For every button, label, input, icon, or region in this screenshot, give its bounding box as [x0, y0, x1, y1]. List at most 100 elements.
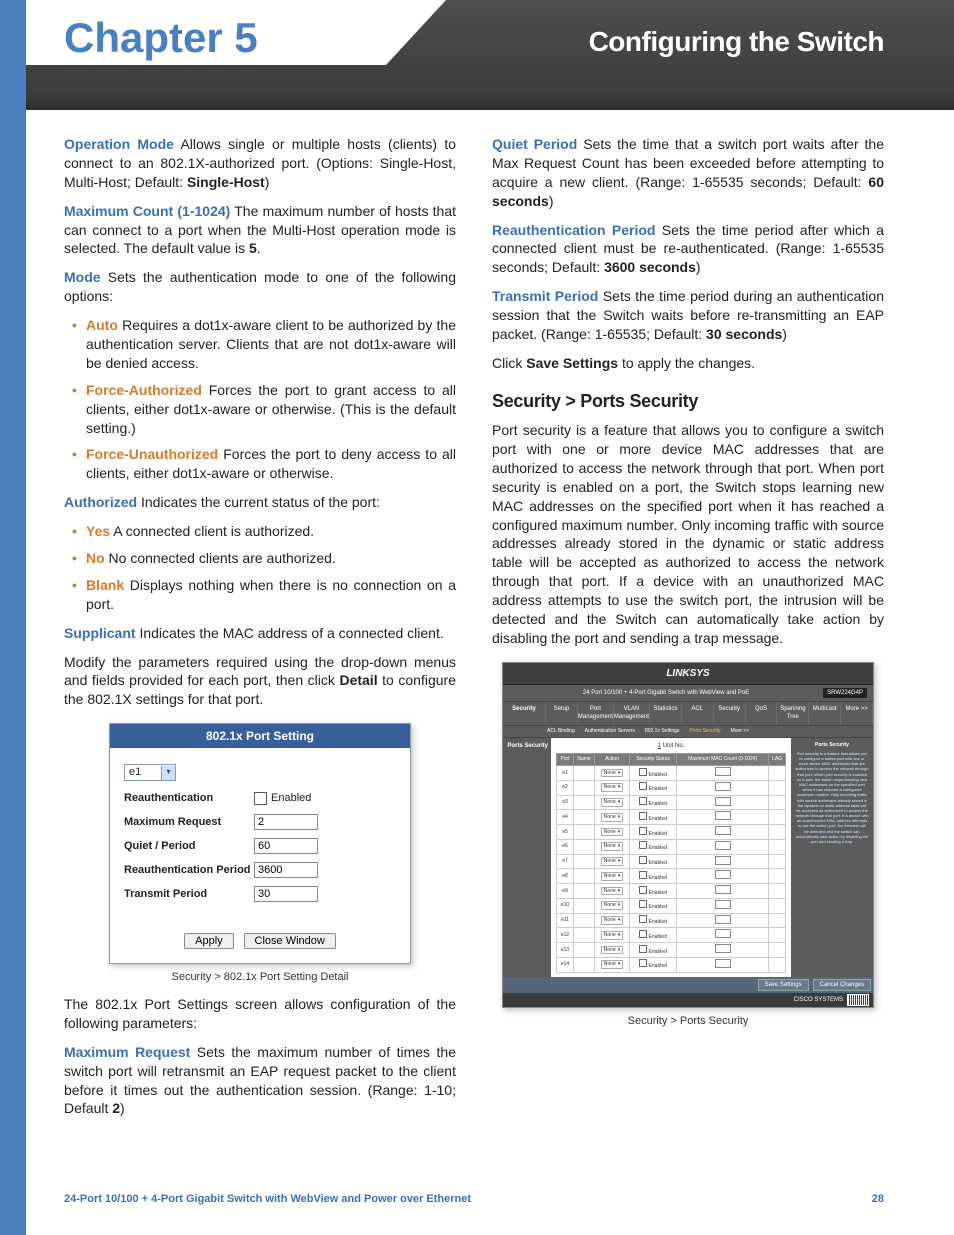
cell-max-mac[interactable] — [676, 825, 768, 840]
cell-lag — [769, 928, 786, 943]
table-row: e9None ▾ Enabled — [557, 884, 786, 899]
cell-max-mac[interactable] — [676, 869, 768, 884]
fig-ports-body: Ports Security 1 Unit No. Port Name Acti… — [503, 738, 873, 976]
cell-security-status[interactable]: Enabled — [630, 928, 677, 943]
max-mac-input[interactable] — [715, 767, 731, 776]
subtab-8021x[interactable]: 802.1x Settings — [645, 728, 679, 735]
cell-security-status[interactable]: Enabled — [630, 898, 677, 913]
term-operation-mode: Operation Mode — [64, 136, 174, 152]
max-mac-input[interactable] — [715, 915, 731, 924]
tab-acl[interactable]: ACL — [682, 702, 714, 724]
cell-name — [574, 913, 595, 928]
tab-setup[interactable]: Setup — [546, 702, 578, 724]
subtab-auth-servers[interactable]: Authentication Servers — [585, 728, 635, 735]
max-mac-input[interactable] — [715, 870, 731, 879]
cell-action[interactable]: None ▾ — [594, 869, 629, 884]
cell-max-mac[interactable] — [676, 766, 768, 781]
cell-max-mac[interactable] — [676, 839, 768, 854]
cell-security-status[interactable]: Enabled — [630, 810, 677, 825]
transmit-period-input[interactable] — [254, 886, 318, 902]
cell-action[interactable]: None ▾ — [594, 913, 629, 928]
cell-name — [574, 898, 595, 913]
term-authorized: Authorized — [64, 494, 137, 510]
cell-security-status[interactable]: Enabled — [630, 825, 677, 840]
cell-action[interactable]: None ▾ — [594, 825, 629, 840]
max-mac-input[interactable] — [715, 885, 731, 894]
cell-security-status[interactable]: Enabled — [630, 766, 677, 781]
cell-max-mac[interactable] — [676, 943, 768, 958]
th-lag: LAG — [769, 754, 786, 766]
cancel-changes-button[interactable]: Cancel Changes — [813, 979, 871, 991]
quiet-period-input[interactable] — [254, 838, 318, 854]
tab-more[interactable]: More >> — [841, 702, 873, 724]
cell-max-mac[interactable] — [676, 884, 768, 899]
port-select[interactable]: e1 ▾ — [124, 764, 176, 781]
cell-action[interactable]: None ▾ — [594, 839, 629, 854]
cell-max-mac[interactable] — [676, 913, 768, 928]
cell-max-mac[interactable] — [676, 957, 768, 972]
tab-port-management[interactable]: Port Management — [578, 702, 614, 724]
max-mac-input[interactable] — [715, 959, 731, 968]
max-mac-input[interactable] — [715, 782, 731, 791]
max-mac-input[interactable] — [715, 841, 731, 850]
fig2-caption: Security > Ports Security — [492, 1014, 884, 1029]
cell-action[interactable]: None ▾ — [594, 810, 629, 825]
chevron-down-icon: ▾ — [618, 917, 621, 924]
tab-spanning-tree[interactable]: Spanning Tree — [777, 702, 809, 724]
cell-action[interactable]: None ▾ — [594, 957, 629, 972]
table-row: e7None ▾ Enabled — [557, 854, 786, 869]
checkbox-icon — [639, 945, 647, 953]
max-mac-input[interactable] — [715, 811, 731, 820]
max-mac-input[interactable] — [715, 929, 731, 938]
cell-security-status[interactable]: Enabled — [630, 795, 677, 810]
reauth-period-input[interactable] — [254, 862, 318, 878]
cell-security-status[interactable]: Enabled — [630, 839, 677, 854]
cell-security-status[interactable]: Enabled — [630, 913, 677, 928]
cell-action[interactable]: None ▾ — [594, 795, 629, 810]
chevron-down-icon: ▾ — [618, 902, 621, 909]
cell-action[interactable]: None ▾ — [594, 780, 629, 795]
tab-qos[interactable]: QoS — [746, 702, 778, 724]
list-item: Auto Requires a dot1x-aware client to be… — [86, 316, 456, 373]
cell-max-mac[interactable] — [676, 810, 768, 825]
subtab-acl-binding[interactable]: ACL Binding — [547, 728, 575, 735]
tab-vlan-management[interactable]: VLAN Management — [614, 702, 650, 724]
cell-max-mac[interactable] — [676, 854, 768, 869]
apply-button[interactable]: Apply — [184, 933, 234, 949]
cell-name — [574, 825, 595, 840]
cell-max-mac[interactable] — [676, 780, 768, 795]
cell-action[interactable]: None ▾ — [594, 766, 629, 781]
cell-action[interactable]: None ▾ — [594, 928, 629, 943]
para-ports-security: Port security is a feature that allows y… — [492, 421, 884, 648]
cell-max-mac[interactable] — [676, 898, 768, 913]
unit-selector[interactable]: 1 Unit No. — [556, 742, 786, 750]
subtab-ports-security[interactable]: Ports Security — [689, 728, 720, 735]
tab-statistics[interactable]: Statistics — [650, 702, 682, 724]
max-mac-input[interactable] — [715, 944, 731, 953]
max-mac-input[interactable] — [715, 900, 731, 909]
subtab-more[interactable]: More >> — [731, 728, 750, 735]
tab-multicast[interactable]: Multicast — [809, 702, 841, 724]
cell-action[interactable]: None ▾ — [594, 898, 629, 913]
cell-security-status[interactable]: Enabled — [630, 854, 677, 869]
max-mac-input[interactable] — [715, 797, 731, 806]
max-mac-input[interactable] — [715, 826, 731, 835]
save-settings-button[interactable]: Save Settings — [758, 979, 809, 991]
table-row: e13None ▾ Enabled — [557, 943, 786, 958]
cell-max-mac[interactable] — [676, 928, 768, 943]
cell-security-status[interactable]: Enabled — [630, 957, 677, 972]
cell-security-status[interactable]: Enabled — [630, 869, 677, 884]
cell-security-status[interactable]: Enabled — [630, 780, 677, 795]
tab-security[interactable]: Security — [714, 702, 746, 724]
cell-max-mac[interactable] — [676, 795, 768, 810]
max-mac-input[interactable] — [715, 856, 731, 865]
cell-security-status[interactable]: Enabled — [630, 884, 677, 899]
close-window-button[interactable]: Close Window — [244, 933, 336, 949]
cell-action[interactable]: None ▾ — [594, 943, 629, 958]
reauth-checkbox[interactable]: Enabled — [254, 791, 311, 806]
max-request-input[interactable] — [254, 814, 318, 830]
checkbox-icon — [639, 959, 647, 967]
cell-security-status[interactable]: Enabled — [630, 943, 677, 958]
cell-action[interactable]: None ▾ — [594, 854, 629, 869]
cell-action[interactable]: None ▾ — [594, 884, 629, 899]
